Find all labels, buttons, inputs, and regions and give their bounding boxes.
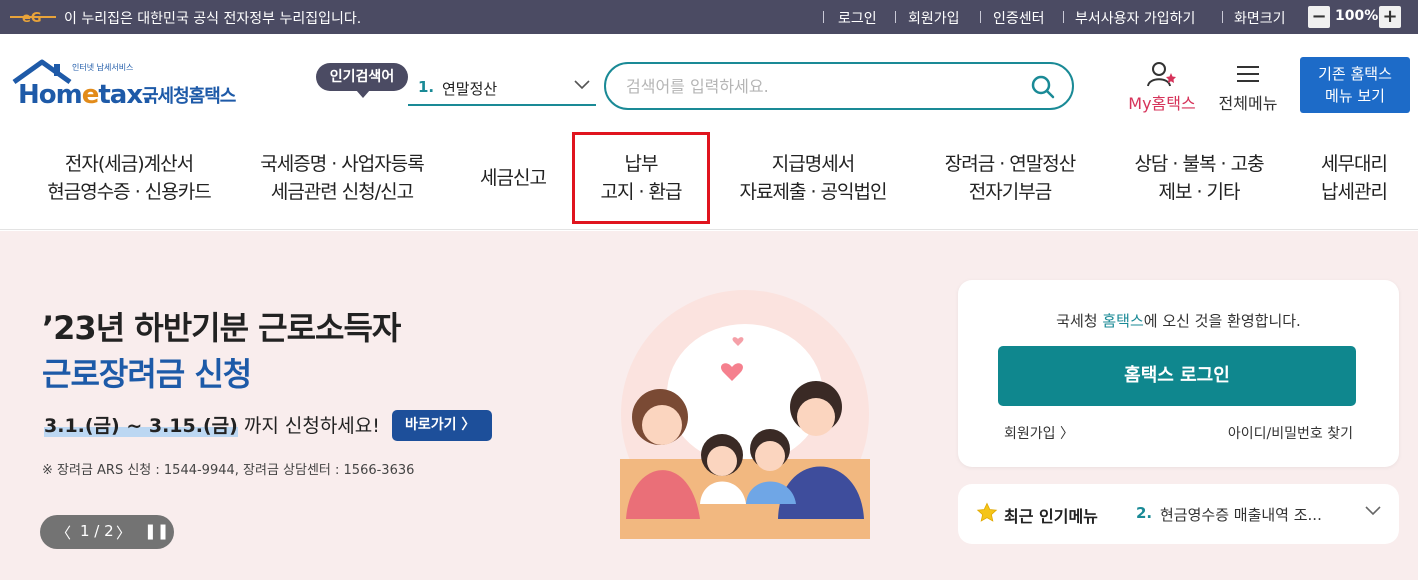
popular-keyword: 연말정산	[442, 80, 498, 98]
popular-rank: 1.	[418, 78, 435, 96]
banner-date: 3.1.(금) ~ 3.15.(금)	[44, 415, 238, 437]
pause-button[interactable]: ❚❚	[144, 522, 169, 540]
logo-brand-part: Hom	[18, 80, 83, 110]
divider	[895, 11, 896, 23]
nav-item-e-invoice[interactable]: 전자(세금)계산서 현금영수증 · 신용카드	[34, 150, 224, 206]
nav-item-line: 전자(세금)계산서	[64, 153, 194, 175]
nav-item-line: 지급명세서	[771, 153, 855, 175]
nav-item-line: 제보 · 기타	[1158, 181, 1240, 203]
nav-item-certificate[interactable]: 국세증명 · 사업자등록 세금관련 신청/신고	[247, 150, 437, 206]
popular-search-select[interactable]: 1. 연말정산	[408, 70, 596, 106]
logo-brand-e: e	[81, 80, 100, 110]
search-input[interactable]	[626, 74, 1006, 98]
legacy-menu-button[interactable]: 기존 홈택스 메뉴 보기	[1300, 57, 1410, 113]
highlight-box	[572, 132, 710, 224]
welcome-pre: 국세청	[1056, 312, 1103, 330]
nav-item-line: 세무대리	[1321, 153, 1388, 175]
logo-tagline: 인터넷 납세서비스	[72, 63, 134, 72]
next-slide-button[interactable]: 〉	[116, 522, 131, 543]
hometax-login-button[interactable]: 홈택스 로그인	[998, 346, 1356, 406]
my-hometax-label: My홈택스	[1128, 94, 1196, 113]
egov-logo-icon: eG	[10, 11, 56, 26]
nav-item-line: 장려금 · 연말정산	[944, 153, 1076, 175]
find-id-password-link[interactable]: 아이디/비밀번호 찾기	[1228, 423, 1353, 443]
recent-menu-rank: 2.	[1136, 504, 1153, 522]
nav-item-line: 자료제출 · 공익법인	[739, 181, 888, 203]
prev-slide-button[interactable]: 〈	[56, 522, 71, 543]
nav-item-consult[interactable]: 상담 · 불복 · 고충 제보 · 기타	[1115, 150, 1283, 206]
divider	[823, 11, 824, 23]
hometax-logo[interactable]: 인터넷 납세서비스 Hometax. 국세청홈택스	[10, 58, 250, 118]
recent-popular-menu[interactable]: 최근 인기메뉴 2. 현금영수증 매출내역 조...	[958, 484, 1399, 544]
search-icon[interactable]	[1030, 74, 1056, 100]
welcome-post: 에 오신 것을 환영합니다.	[1143, 312, 1301, 330]
family-illustration	[620, 290, 870, 539]
nav-item-line: 납세관리	[1321, 181, 1388, 203]
join-link[interactable]: 회원가입	[908, 8, 960, 28]
all-menu-label: 전체메뉴	[1218, 94, 1278, 113]
nav-item-line: 전자기부금	[968, 181, 1052, 203]
site-header: 인터넷 납세서비스 Hometax. 국세청홈택스 인기검색어 1. 연말정산 …	[0, 34, 1418, 130]
main-navigation: 전자(세금)계산서 현금영수증 · 신용카드 국세증명 · 사업자등록 세금관련…	[0, 130, 1418, 230]
login-link[interactable]: 로그인	[838, 8, 877, 28]
logo-name: 국세청홈택스	[142, 86, 236, 107]
banner-pager: 〈 1 / 2 〉 ❚❚	[40, 515, 174, 549]
banner-date-rest: 까지 신청하세요!	[237, 415, 380, 437]
zoom-in-button[interactable]: +	[1379, 6, 1401, 28]
logo-brand: Hometax.	[18, 80, 152, 110]
gov-banner: eG 이 누리집은 대한민국 공식 전자정부 누리집입니다. 로그인 회원가입 …	[0, 0, 1418, 34]
screen-size-label: 화면크기	[1234, 11, 1286, 27]
divider	[1222, 11, 1223, 23]
all-menu-button[interactable]: 전체메뉴	[1212, 60, 1284, 116]
welcome-brand: 홈택스	[1102, 312, 1144, 330]
nav-item-incentive[interactable]: 장려금 · 연말정산 전자기부금	[925, 150, 1095, 206]
cert-center-link[interactable]: 인증센터	[993, 8, 1045, 28]
chevron-down-icon	[1365, 506, 1381, 516]
nav-item-line: 현금영수증 · 신용카드	[47, 181, 211, 203]
svg-text:eG: eG	[22, 11, 42, 26]
chevron-down-icon	[574, 80, 590, 90]
hamburger-menu-icon	[1237, 66, 1259, 82]
nav-item-line: 국세증명 · 사업자등록	[260, 153, 424, 175]
slide-counter: 1 / 2	[80, 522, 114, 540]
zoom-out-button[interactable]: −	[1308, 6, 1330, 28]
dept-user-join-link[interactable]: 부서사용자 가입하기	[1075, 8, 1195, 28]
gov-notice: 이 누리집은 대한민국 공식 전자정부 누리집입니다.	[64, 11, 362, 27]
legacy-menu-line2: 메뉴 보기	[1325, 87, 1385, 105]
banner-subtitle: 근로장려금 신청	[42, 355, 252, 393]
star-icon	[976, 502, 998, 522]
banner-period: 3.1.(금) ~ 3.15.(금) 까지 신청하세요!	[44, 411, 380, 438]
my-hometax-button[interactable]: My홈택스	[1122, 60, 1202, 116]
nav-item-tax-agent[interactable]: 세무대리 납세관리	[1306, 150, 1402, 206]
user-star-icon	[1147, 62, 1176, 87]
login-card: 국세청 홈택스에 오신 것을 환영합니다. 홈택스 로그인 회원가입 〉 아이디…	[958, 280, 1399, 467]
zoom-level: 100%	[1335, 8, 1379, 24]
legacy-menu-line1: 기존 홈택스	[1318, 65, 1392, 83]
nav-item-line: 상담 · 불복 · 고충	[1134, 153, 1264, 175]
welcome-message: 국세청 홈택스에 오신 것을 환영합니다.	[958, 310, 1399, 331]
recent-menu-title: 최근 인기메뉴	[1004, 507, 1098, 526]
banner-note: ※ 장려금 ARS 신청 : 1544-9944, 장려금 상담센터 : 156…	[42, 463, 415, 478]
nav-item-tax-return[interactable]: 세금신고	[470, 164, 556, 192]
banner-title: ’23년 하반기분 근로소득자	[42, 309, 401, 347]
divider	[1063, 11, 1064, 23]
recent-menu-item: 현금영수증 매출내역 조...	[1160, 506, 1322, 524]
nav-item-line: 세금신고	[480, 167, 547, 189]
go-button[interactable]: 바로가기 〉	[392, 410, 492, 441]
search-box	[604, 62, 1074, 110]
nav-item-line: 세금관련 신청/신고	[270, 181, 414, 203]
divider	[980, 11, 981, 23]
nav-item-payment-statement[interactable]: 지급명세서 자료제출 · 공익법인	[723, 150, 903, 206]
popular-search-label: 인기검색어	[316, 63, 408, 98]
join-link[interactable]: 회원가입 〉	[1004, 423, 1074, 443]
